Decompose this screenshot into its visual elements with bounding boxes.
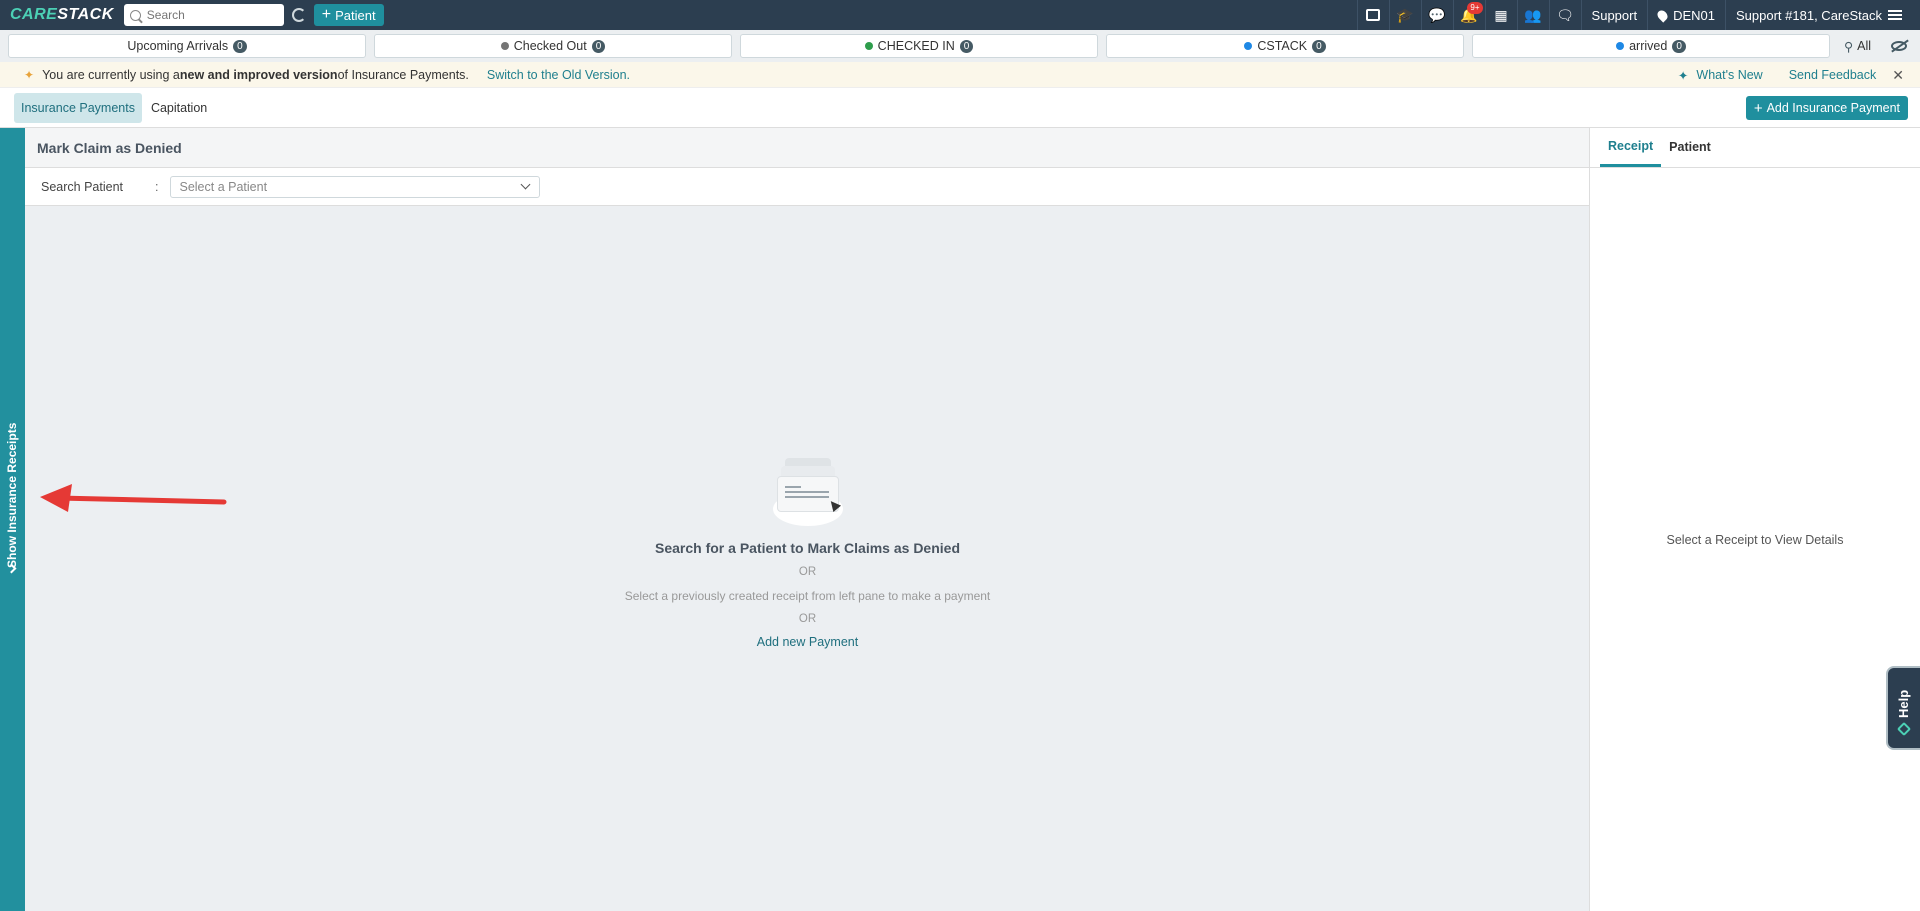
notification-badge: 9+ <box>1467 2 1483 14</box>
add-insurance-payment-button[interactable]: + Add Insurance Payment <box>1745 96 1908 120</box>
show-insurance-receipts-toggle[interactable]: Show Insurance Receipts <box>0 128 25 911</box>
top-navigation-bar: CARESTACK +Patient 🎓 💬 🔔9+ ▦ 👥 🗨 Support… <box>0 0 1920 30</box>
global-search[interactable] <box>123 4 284 26</box>
tab-insurance-payments[interactable]: Insurance Payments <box>14 92 142 123</box>
calendar-icon[interactable]: ▦ <box>1484 0 1517 30</box>
status-checked-out[interactable]: Checked Out 0 <box>374 34 732 58</box>
location-selector[interactable]: DEN01 <box>1647 0 1725 30</box>
status-count: 0 <box>591 39 606 53</box>
top-right-toolbar: 🎓 💬 🔔 9+ ▦ 👥 🗨 Support DEN01 Support #181… <box>1356 0 1920 30</box>
hamburger-menu-icon <box>1888 10 1902 20</box>
status-filter-all[interactable]: ⚲ All <box>1844 39 1871 54</box>
plus-icon: + <box>1753 99 1763 117</box>
notice-text-bold: new and improved version <box>179 67 338 82</box>
red-arrow-annotation <box>40 484 227 512</box>
right-panel-tabs: Receipt Patient <box>1590 128 1920 168</box>
or-divider: OR <box>798 613 817 625</box>
status-dot <box>500 42 509 50</box>
tab-patient[interactable]: Patient <box>1661 127 1719 167</box>
payment-tabs: Insurance Payments Capitation <box>0 88 1920 128</box>
tab-capitation[interactable]: Capitation <box>144 93 214 123</box>
status-count: 0 <box>959 39 974 53</box>
status-dot <box>864 42 873 50</box>
sparkle-icon: ✦ <box>1677 68 1689 83</box>
help-widget[interactable]: Help <box>1886 666 1920 750</box>
add-new-payment-link[interactable]: Add new Payment <box>25 635 1590 649</box>
notifications-icon[interactable]: 🔔 9+ <box>1452 0 1485 30</box>
hide-eye-icon[interactable] <box>1891 41 1908 51</box>
chat-icon[interactable]: 💬 <box>1420 0 1453 30</box>
tab-receipt[interactable]: Receipt <box>1600 127 1662 167</box>
search-patient-label: Search Patient <box>41 179 123 194</box>
close-icon[interactable]: ✕ <box>1892 67 1904 84</box>
empty-state: Search for a Patient to Mark Claims as D… <box>25 458 1590 649</box>
patient-search-row: Search Patient : Select a Patient <box>25 168 1589 206</box>
reports-icon[interactable] <box>1356 0 1389 30</box>
notice-text-prefix: You are currently using a <box>42 67 180 82</box>
status-count: 0 <box>1672 39 1686 53</box>
select-patient-dropdown[interactable]: Select a Patient <box>170 175 541 198</box>
refresh-icon[interactable] <box>291 8 306 22</box>
user-menu[interactable]: Support #181, CareStack <box>1725 0 1920 30</box>
status-count: 0 <box>1312 39 1326 53</box>
switch-old-version-link[interactable]: Switch to the Old Version. <box>487 68 630 82</box>
status-dot <box>1616 42 1625 50</box>
appointment-status-bar: Upcoming Arrivals 0 Checked Out 0 CHECKED … <box>0 30 1920 62</box>
or-divider: OR <box>798 566 817 578</box>
location-pin-icon <box>1655 7 1670 23</box>
support-link[interactable]: Support <box>1580 0 1648 30</box>
select-patient-placeholder: Select a Patient <box>179 179 268 194</box>
notice-actions: ✦ What's New Send Feedback ✕ <box>1678 62 1920 88</box>
status-upcoming-arrivals[interactable]: Upcoming Arrivals 0 <box>8 34 366 58</box>
sparkle-icon: ✦ <box>24 67 35 82</box>
status-cstack[interactable]: CSTACK 0 <box>1106 34 1464 58</box>
main-content: Mark Claim as Denied Search Patient : Se… <box>25 128 1590 911</box>
status-checked-in[interactable]: CHECKED IN 0 <box>740 34 1098 58</box>
add-patient-button[interactable]: + Patient <box>313 4 384 26</box>
chevron-down-icon <box>521 179 531 189</box>
search-icon <box>129 9 141 21</box>
receipt-empty-text: Select a Receipt to View Details <box>1666 533 1844 547</box>
empty-state-subtitle: Select a previously created receipt from… <box>624 589 991 603</box>
receipt-details-panel: Receipt Patient Select a Receipt to View… <box>1590 128 1920 911</box>
education-cap-icon[interactable]: 🎓 <box>1388 0 1421 30</box>
show-insurance-receipts-label: Show Insurance Receipts <box>5 422 19 568</box>
new-version-notice: ✦ You are currently using a new and impr… <box>0 62 1920 88</box>
empty-state-title: Search for a Patient to Mark Claims as D… <box>655 540 960 556</box>
status-arrived[interactable]: arrived 0 <box>1472 34 1830 58</box>
label-colon: : <box>155 179 159 194</box>
plus-icon: + <box>321 6 332 23</box>
whats-new-link[interactable]: What's New <box>1696 68 1762 82</box>
help-label: Help <box>1896 689 1911 718</box>
global-search-input[interactable] <box>146 8 277 22</box>
status-dot <box>1244 42 1253 50</box>
carestack-logo[interactable]: CARESTACK <box>10 6 114 24</box>
messages-icon[interactable]: 🗨 <box>1548 0 1581 30</box>
filter-icon: ⚲ <box>1844 39 1854 54</box>
status-count: 0 <box>233 39 247 53</box>
receipt-stack-illustration <box>771 458 845 528</box>
notice-text-suffix: of Insurance Payments. <box>337 67 469 82</box>
help-icon <box>1896 721 1912 737</box>
users-icon[interactable]: 👥 <box>1516 0 1549 30</box>
send-feedback-link[interactable]: Send Feedback <box>1789 68 1877 82</box>
page-title: Mark Claim as Denied <box>25 128 1589 168</box>
